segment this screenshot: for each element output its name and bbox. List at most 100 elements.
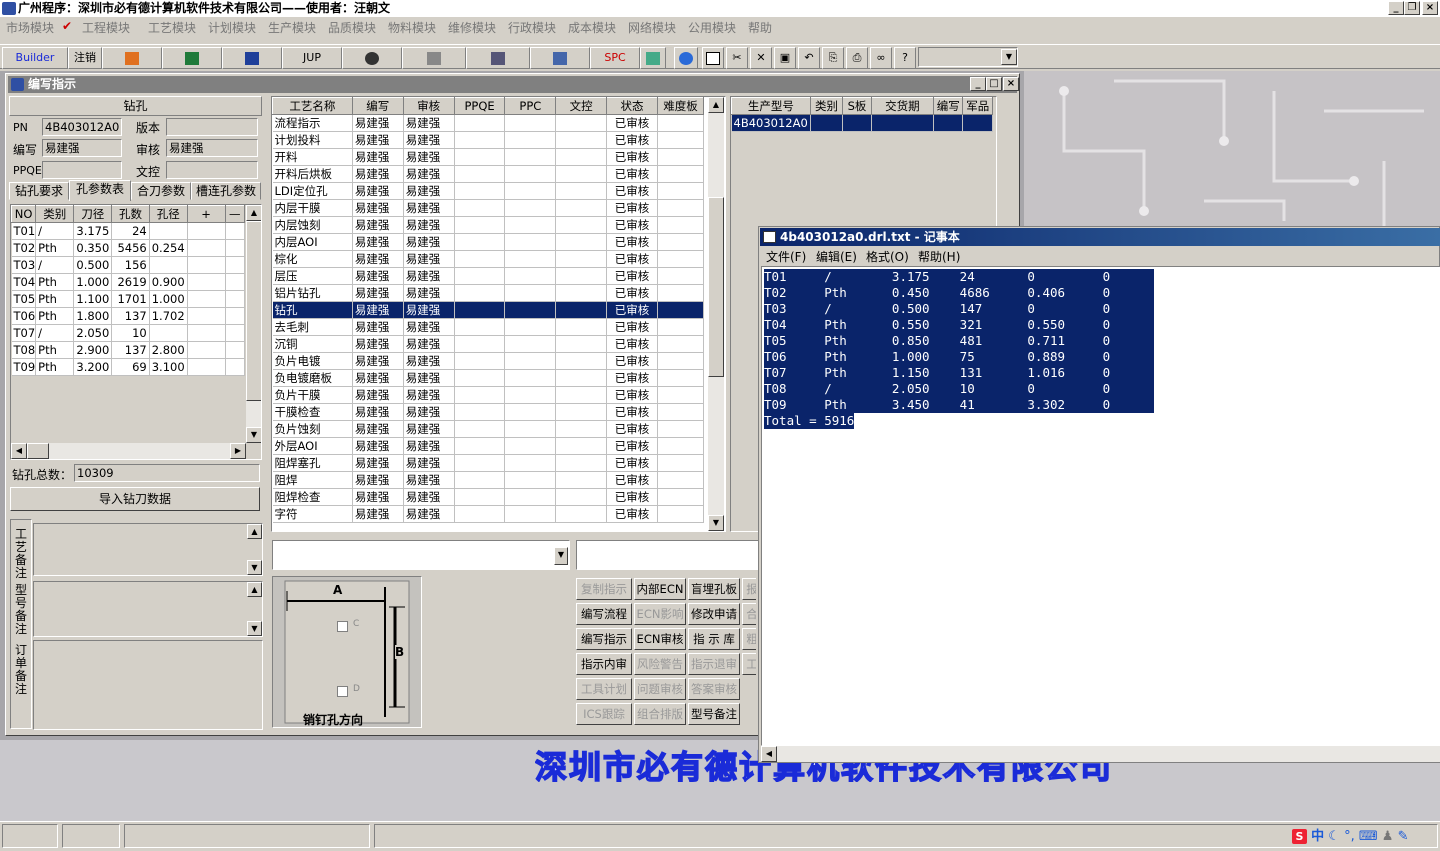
- action-button[interactable]: 指 示 库: [688, 628, 740, 650]
- hscroll-thumb[interactable]: [27, 443, 49, 459]
- model-note-textarea[interactable]: ▲ ▼: [33, 581, 263, 637]
- col-category[interactable]: 类别: [809, 97, 844, 115]
- table-row[interactable]: 负片蚀刻 易建强 易建强 已审核: [272, 420, 705, 438]
- table-row[interactable]: T05 Pth 1.100 1701 1.000: [11, 290, 245, 308]
- col-tool-dia[interactable]: 刀径: [73, 205, 113, 223]
- table-row[interactable]: 负片干膜 易建强 易建强 已审核: [272, 386, 705, 404]
- table-row[interactable]: 内层干膜 易建强 易建强 已审核: [272, 199, 705, 217]
- logout-button[interactable]: 注销: [68, 47, 102, 69]
- child-title-bar[interactable]: 编写指示 _ □ ×: [8, 76, 1019, 93]
- table-row[interactable]: 棕化 易建强 易建强 已审核: [272, 250, 705, 268]
- process-input[interactable]: [576, 540, 761, 570]
- table-row[interactable]: 计划投料 易建强 易建强 已审核: [272, 131, 705, 149]
- action-button[interactable]: 合: [742, 603, 756, 625]
- save-button[interactable]: ▣: [774, 47, 796, 69]
- chevron-down-icon[interactable]: ▼: [1001, 49, 1017, 65]
- col-type[interactable]: 类别: [35, 205, 75, 223]
- tab-slot-params[interactable]: 槽连孔参数: [191, 182, 261, 200]
- child-close-button[interactable]: ×: [1003, 77, 1019, 91]
- minimize-button[interactable]: _: [1388, 1, 1404, 15]
- table-row[interactable]: 4B403012A0: [731, 114, 993, 132]
- table-row[interactable]: 阻焊检查 易建强 易建强 已审核: [272, 488, 705, 506]
- close-button[interactable]: ×: [1422, 1, 1438, 15]
- table-row[interactable]: T01/3.175 24: [11, 222, 245, 240]
- scroll-up-icon[interactable]: ▲: [708, 97, 724, 113]
- col-ppc[interactable]: PPC: [504, 97, 557, 115]
- table-row[interactable]: 钻孔 易建强 易建强 已审核: [272, 301, 705, 319]
- table-row[interactable]: 阻焊塞孔 易建强 易建强 已审核: [272, 454, 705, 472]
- action-button[interactable]: 粗: [742, 628, 756, 650]
- sogou-icon[interactable]: S: [1292, 829, 1307, 844]
- action-button[interactable]: 指示内审: [576, 653, 632, 675]
- database-button[interactable]: [402, 47, 466, 69]
- remove-row-button[interactable]: —: [224, 205, 245, 223]
- col-wenkong[interactable]: 文控: [555, 97, 608, 115]
- excel-button[interactable]: [162, 47, 222, 69]
- powerpoint-button[interactable]: [102, 47, 162, 69]
- notepad-menu-format[interactable]: 格式(O): [866, 248, 909, 265]
- action-button[interactable]: 工: [742, 653, 756, 675]
- scroll-right-icon[interactable]: ▶: [230, 443, 246, 459]
- col-hole-dia[interactable]: 孔径: [148, 205, 188, 223]
- col-status[interactable]: 状态: [606, 97, 658, 115]
- action-button[interactable]: ECN影响: [634, 603, 686, 625]
- menu-common[interactable]: 公用模块: [688, 19, 736, 36]
- table-row[interactable]: 内层蚀刻 易建强 易建强 已审核: [272, 216, 705, 234]
- col-writer[interactable]: 编写: [351, 97, 404, 115]
- table-row[interactable]: T04 Pth 1.000 2619 0.900: [11, 273, 245, 291]
- checkbox-c[interactable]: [337, 621, 348, 632]
- child-maximize-button[interactable]: □: [986, 77, 1002, 91]
- scroll-up-icon[interactable]: ▲: [246, 205, 261, 221]
- checkbox-d[interactable]: [337, 686, 348, 697]
- notepad-menu-file[interactable]: 文件(F): [766, 248, 806, 265]
- scroll-down-icon[interactable]: ▼: [247, 560, 262, 575]
- tab-drill-requirements[interactable]: 钻孔要求: [9, 182, 69, 200]
- total-holes-field[interactable]: 10309: [74, 464, 260, 482]
- delete-button[interactable]: ✕: [750, 47, 772, 69]
- table-row[interactable]: T06 Pth 1.800 137 1.702: [11, 307, 245, 325]
- process-combo[interactable]: ▼: [272, 540, 570, 570]
- menu-engineering[interactable]: 工程模块: [82, 19, 130, 36]
- table-row[interactable]: 负电镀磨板 易建强 易建强 已审核: [272, 369, 705, 387]
- order-note-textarea[interactable]: [33, 640, 263, 730]
- table-row[interactable]: 铝片钻孔 易建强 易建强 已审核: [272, 284, 705, 302]
- col-order-writer[interactable]: 编写: [932, 97, 964, 115]
- import-drill-data-button[interactable]: 导入钻刀数据: [10, 487, 260, 511]
- col-no[interactable]: NO: [11, 205, 37, 223]
- table-row[interactable]: 阻焊 易建强 易建强 已审核: [272, 471, 705, 489]
- table-row[interactable]: LDI定位孔 易建强 易建强 已审核: [272, 182, 705, 200]
- menu-maintenance[interactable]: 维修模块: [448, 19, 496, 36]
- spc-button[interactable]: SPC: [590, 47, 640, 69]
- notepad-title-bar[interactable]: 4b403012a0.drl.txt - 记事本: [760, 228, 1440, 246]
- action-button[interactable]: 修改申请: [688, 603, 740, 625]
- col-difficulty[interactable]: 难度板: [656, 97, 705, 115]
- col-s-board[interactable]: S板: [842, 97, 872, 115]
- view-button[interactable]: [342, 47, 402, 69]
- col-hole-count[interactable]: 孔数: [111, 205, 150, 223]
- hole-table-vscroll[interactable]: ▲ ▼: [246, 205, 261, 443]
- jup-button[interactable]: JUP: [282, 47, 342, 69]
- scroll-down-icon[interactable]: ▼: [247, 621, 262, 636]
- action-button[interactable]: 复制指示: [576, 578, 632, 600]
- user-icon[interactable]: ♟: [1382, 829, 1394, 844]
- menu-process[interactable]: 工艺模块: [148, 19, 196, 36]
- action-button[interactable]: 答案审核: [688, 678, 740, 700]
- action-button[interactable]: 报: [742, 578, 756, 600]
- ime-tray[interactable]: S 中 ☾ °, ⌨ ♟ ✎: [1292, 828, 1438, 846]
- table-row[interactable]: 流程指示 易建强 易建强 已审核: [272, 114, 705, 132]
- ppqe-field[interactable]: [42, 161, 122, 179]
- scroll-up-icon[interactable]: ▲: [247, 524, 262, 539]
- action-button[interactable]: 工具计划: [576, 678, 632, 700]
- print-button[interactable]: ⎙: [846, 47, 868, 69]
- menu-market[interactable]: 市场模块: [6, 19, 54, 36]
- preview-button[interactable]: ⎘: [822, 47, 844, 69]
- action-button[interactable]: ECN审核: [634, 628, 686, 650]
- notepad-hscroll[interactable]: ◀: [761, 746, 1440, 762]
- toolbar-combo[interactable]: ▼: [918, 47, 1018, 67]
- menu-admin[interactable]: 行政模块: [508, 19, 556, 36]
- help-button[interactable]: ?: [894, 47, 916, 69]
- scroll-thumb[interactable]: [246, 221, 261, 401]
- ime-mode[interactable]: 中: [1311, 829, 1324, 844]
- keyboard-icon[interactable]: ⌨: [1359, 829, 1378, 844]
- menu-network[interactable]: 网络模块: [628, 19, 676, 36]
